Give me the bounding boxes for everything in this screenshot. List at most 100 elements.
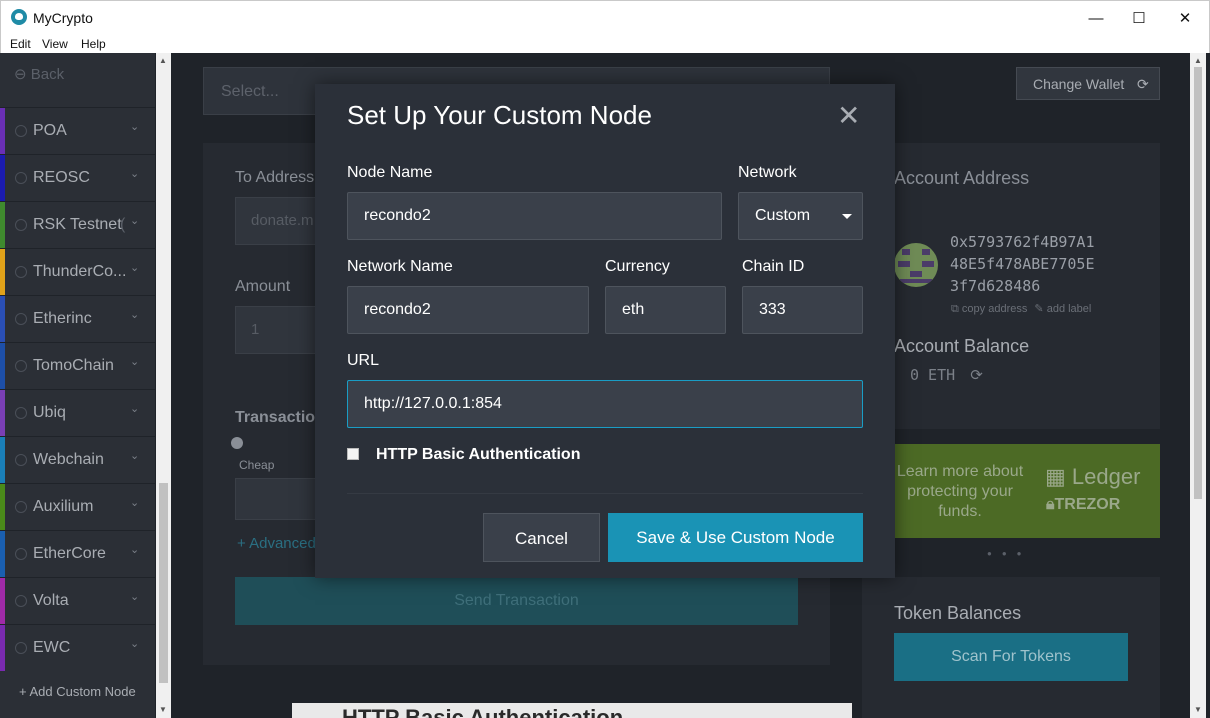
network-color-bar: [0, 249, 5, 295]
scroll-down-arrow-icon[interactable]: ▼: [1194, 705, 1202, 714]
change-wallet-button[interactable]: Change Wallet ⟳: [1016, 67, 1160, 100]
scan-for-tokens-button[interactable]: Scan For Tokens: [894, 633, 1128, 681]
radio-icon[interactable]: [15, 548, 27, 560]
radio-icon[interactable]: [15, 642, 27, 654]
radio-icon[interactable]: [15, 219, 27, 231]
sidebar-scroll-thumb[interactable]: [159, 483, 168, 683]
http-auth-checkbox[interactable]: [347, 448, 359, 460]
refresh-balance-icon[interactable]: ⟳: [970, 366, 983, 384]
chevron-down-icon[interactable]: ⌄: [130, 543, 139, 556]
trezor-logo: 🔒︎TREZOR: [1046, 496, 1120, 514]
radio-icon[interactable]: [15, 407, 27, 419]
scroll-up-arrow-icon[interactable]: ▲: [159, 56, 167, 65]
radio-icon[interactable]: [15, 595, 27, 607]
account-identicon: [894, 243, 938, 287]
mycrypto-logo-icon: [11, 9, 27, 25]
sidebar-item-network[interactable]: REOSC ⌄: [0, 154, 155, 201]
network-name-input[interactable]: recondo2: [347, 286, 589, 334]
sidebar-item-network[interactable]: Auxilium ⌄: [0, 483, 155, 530]
main-scrollbar[interactable]: ▲ ▼: [1190, 53, 1206, 718]
menu-help[interactable]: Help: [81, 35, 106, 51]
chevron-down-icon[interactable]: ⌄: [130, 120, 139, 133]
radio-icon[interactable]: [15, 501, 27, 513]
sidebar-item-label: Auxilium: [33, 498, 94, 515]
chevron-down-icon[interactable]: ⌄: [130, 167, 139, 180]
modal-title: Set Up Your Custom Node: [347, 100, 652, 130]
close-window-button[interactable]: ✕: [1162, 1, 1208, 35]
sidebar-item-network[interactable]: ThunderCo... ⌄: [0, 248, 155, 295]
cheap-label: Cheap: [239, 458, 275, 472]
currency-input[interactable]: eth: [605, 286, 726, 334]
sidebar-item-network[interactable]: RSK Testnet(⌄: [0, 201, 155, 248]
chevron-down-icon[interactable]: ⌄: [130, 402, 139, 415]
save-label: Save & Use Custom Node: [636, 528, 835, 547]
scroll-down-arrow-icon[interactable]: ▼: [159, 705, 167, 714]
cancel-button[interactable]: Cancel: [483, 513, 600, 562]
radio-icon[interactable]: [15, 172, 27, 184]
chevron-down-icon[interactable]: ⌄: [130, 637, 139, 650]
network-color-bar: [0, 437, 5, 483]
sidebar-item-network[interactable]: TomoChain ⌄: [0, 342, 155, 389]
add-custom-node-link[interactable]: + Add Custom Node: [19, 684, 136, 699]
trezor-label: TREZOR: [1054, 496, 1121, 513]
radio-icon[interactable]: [15, 313, 27, 325]
node-name-input[interactable]: recondo2: [347, 192, 722, 240]
radio-icon[interactable]: [15, 360, 27, 372]
carousel-dots[interactable]: ●●●: [987, 549, 1032, 558]
bottom-peek-text: HTTP Basic Authentication: [342, 705, 624, 718]
radio-icon[interactable]: [15, 125, 27, 137]
menu-edit[interactable]: Edit: [10, 35, 31, 51]
main-scroll-thumb[interactable]: [1194, 67, 1202, 499]
chain-id-input[interactable]: 333: [742, 286, 863, 334]
http-auth-label[interactable]: HTTP Basic Authentication: [376, 446, 580, 464]
menu-view[interactable]: View: [42, 35, 68, 51]
hardware-wallet-promo[interactable]: Learn more about protecting your funds. …: [893, 444, 1160, 538]
gas-price-input[interactable]: [235, 478, 325, 520]
network-value: Custom: [755, 207, 811, 224]
network-select[interactable]: Custom: [738, 192, 863, 240]
sidebar-item-label: Ubiq: [33, 404, 66, 421]
chevron-down-icon[interactable]: ⌄: [130, 214, 139, 227]
radio-icon[interactable]: [15, 454, 27, 466]
save-custom-node-button[interactable]: Save & Use Custom Node: [608, 513, 863, 562]
chevron-down-icon[interactable]: ⌄: [130, 496, 139, 509]
sidebar-item-label: Etherinc: [33, 310, 92, 327]
chevron-down-icon[interactable]: ⌄: [130, 261, 139, 274]
sidebar-item-network[interactable]: POA ⌄: [0, 107, 155, 154]
advanced-link[interactable]: + Advanced: [237, 535, 316, 552]
chevron-down-icon[interactable]: ⌄: [130, 449, 139, 462]
sidebar-item-network[interactable]: Volta ⌄: [0, 577, 155, 624]
minimize-button[interactable]: —: [1073, 1, 1119, 35]
url-input[interactable]: http://127.0.0.1:854: [347, 380, 863, 428]
copy-address-link[interactable]: copy address: [962, 303, 1027, 315]
sidebar-scrollbar[interactable]: ▲ ▼: [156, 53, 171, 718]
sidebar-item-label: EWC: [33, 639, 71, 656]
maximize-button[interactable]: ☐: [1116, 1, 1162, 35]
app-content: ⊖ Back POA ⌄ REOSC ⌄ RSK Testnet(⌄ ThunderCo.…: [0, 53, 1210, 718]
fee-slider-handle[interactable]: [231, 437, 243, 449]
radio-icon[interactable]: [15, 266, 27, 278]
scroll-up-arrow-icon[interactable]: ▲: [1194, 56, 1202, 65]
chevron-down-icon[interactable]: ⌄: [130, 590, 139, 603]
bottom-peek: HTTP Basic Authentication: [292, 703, 852, 718]
sidebar-item-suffix: (: [120, 216, 126, 233]
sidebar-item-network[interactable]: EWC ⌄: [0, 624, 155, 671]
modal-close-icon[interactable]: ✕: [837, 102, 860, 130]
back-button[interactable]: ⊖ Back: [14, 65, 64, 83]
wallet-select-placeholder: Select...: [221, 83, 279, 100]
sidebar-item-network[interactable]: EtherCore ⌄: [0, 530, 155, 577]
ledger-logo: ▦ Ledger: [1045, 464, 1140, 490]
chevron-down-icon[interactable]: ⌄: [130, 308, 139, 321]
sidebar-item-network[interactable]: Ubiq ⌄: [0, 389, 155, 436]
sidebar-item-label: Volta: [33, 592, 69, 609]
sidebar-item-network[interactable]: Etherinc ⌄: [0, 295, 155, 342]
add-label-link[interactable]: add label: [1047, 303, 1092, 315]
send-transaction-button[interactable]: Send Transaction: [235, 577, 798, 625]
sidebar-item-network[interactable]: Webchain ⌄: [0, 436, 155, 483]
url-value: http://127.0.0.1:854: [364, 395, 502, 412]
promo-text: Learn more about protecting your funds.: [896, 463, 1024, 520]
chevron-down-icon[interactable]: ⌄: [130, 355, 139, 368]
node-name-value: recondo2: [364, 207, 431, 224]
balance-value: 0 ETH: [910, 366, 956, 384]
to-address-placeholder: donate.m: [251, 212, 314, 229]
